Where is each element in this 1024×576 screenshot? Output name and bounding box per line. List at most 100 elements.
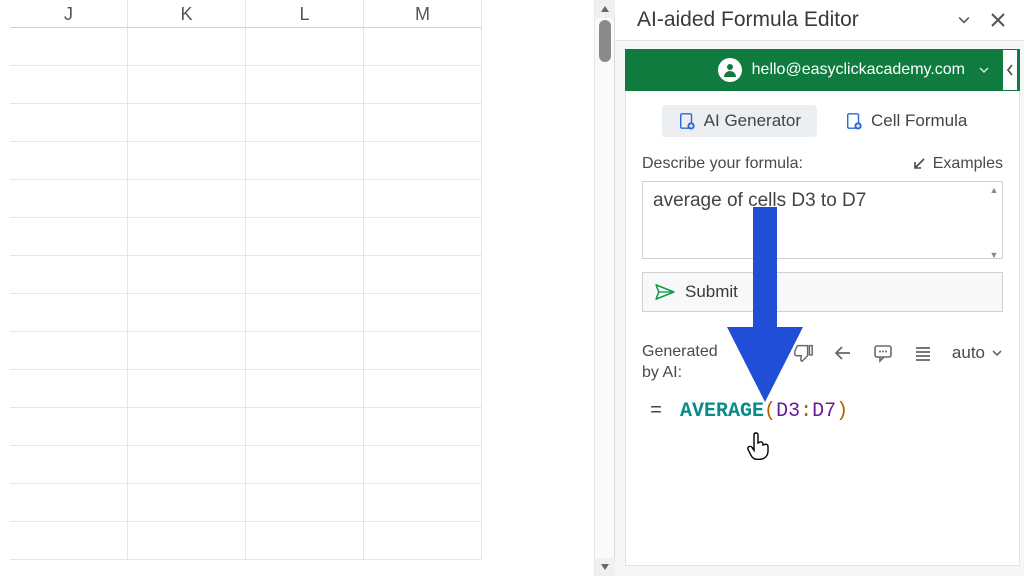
cell[interactable] — [10, 446, 128, 484]
submit-label: Submit — [685, 282, 738, 302]
cell[interactable] — [128, 142, 246, 180]
cell[interactable] — [128, 370, 246, 408]
cell[interactable] — [10, 66, 128, 104]
textarea-scroll-down-icon[interactable]: ▼ — [988, 250, 1000, 260]
vertical-scrollbar[interactable] — [594, 0, 614, 576]
textarea-scroll-up-icon[interactable]: ▲ — [988, 185, 1000, 195]
cell[interactable] — [246, 104, 364, 142]
cell[interactable] — [246, 142, 364, 180]
cell[interactable] — [246, 294, 364, 332]
thumb-down-icon[interactable] — [792, 342, 814, 364]
cell[interactable] — [364, 28, 482, 66]
formula-function: AVERAGE — [680, 400, 764, 423]
thumb-up-icon[interactable] — [752, 342, 774, 364]
account-email: hello@easyclickacademy.com — [752, 61, 965, 79]
scroll-up-icon[interactable] — [595, 0, 615, 18]
cell[interactable] — [246, 370, 364, 408]
cell[interactable] — [364, 522, 482, 560]
cell[interactable] — [364, 142, 482, 180]
cell[interactable] — [128, 28, 246, 66]
examples-label: Examples — [933, 155, 1003, 173]
cell[interactable] — [246, 484, 364, 522]
cell[interactable] — [10, 408, 128, 446]
cell[interactable] — [10, 332, 128, 370]
arrow-lower-left-icon — [911, 156, 927, 172]
cell[interactable] — [246, 522, 364, 560]
cell[interactable] — [246, 256, 364, 294]
cell[interactable] — [246, 446, 364, 484]
describe-formula-input[interactable] — [642, 181, 1003, 259]
cell[interactable] — [364, 294, 482, 332]
pane-title: AI-aided Formula Editor — [637, 8, 859, 32]
cell[interactable] — [364, 180, 482, 218]
cell[interactable] — [364, 446, 482, 484]
cell[interactable] — [364, 332, 482, 370]
cell[interactable] — [10, 104, 128, 142]
add-page-icon — [845, 112, 863, 130]
generated-area: Generated by AI: — [625, 322, 1020, 566]
collapse-pane-icon[interactable] — [956, 12, 972, 28]
spreadsheet-area[interactable]: J K L M — [0, 0, 614, 576]
examples-link[interactable]: Examples — [911, 155, 1003, 173]
cell[interactable] — [364, 484, 482, 522]
column-header[interactable]: L — [246, 0, 364, 28]
auto-dropdown[interactable]: auto — [952, 343, 1003, 363]
column-header[interactable]: J — [10, 0, 128, 28]
cell[interactable] — [128, 484, 246, 522]
describe-label: Describe your formula: — [642, 155, 803, 173]
cell[interactable] — [364, 370, 482, 408]
cell[interactable] — [128, 104, 246, 142]
cell[interactable] — [128, 180, 246, 218]
justify-icon[interactable] — [912, 342, 934, 364]
cell[interactable] — [128, 294, 246, 332]
cell[interactable] — [10, 370, 128, 408]
tab-label: AI Generator — [704, 111, 801, 131]
grid-rows — [0, 28, 614, 576]
account-bar[interactable]: hello@easyclickacademy.com — [625, 49, 1020, 91]
cell[interactable] — [128, 256, 246, 294]
cell[interactable] — [128, 408, 246, 446]
cell[interactable] — [10, 256, 128, 294]
cell[interactable] — [10, 28, 128, 66]
close-pane-icon[interactable] — [990, 12, 1006, 28]
cell[interactable] — [246, 218, 364, 256]
cell[interactable] — [128, 218, 246, 256]
cell[interactable] — [10, 484, 128, 522]
collapse-account-icon[interactable] — [1003, 50, 1017, 90]
cell[interactable] — [364, 66, 482, 104]
cell[interactable] — [10, 218, 128, 256]
scroll-down-icon[interactable] — [595, 558, 615, 576]
scroll-thumb[interactable] — [599, 20, 611, 62]
add-page-icon — [678, 112, 696, 130]
column-header[interactable]: M — [364, 0, 482, 28]
generated-formula: = AVERAGE(D3:D7) — [642, 398, 1003, 425]
account-dropdown-icon[interactable] — [975, 65, 989, 75]
cell[interactable] — [364, 218, 482, 256]
submit-button[interactable]: Submit — [642, 272, 1003, 312]
cell[interactable] — [246, 66, 364, 104]
cell[interactable] — [128, 332, 246, 370]
chevron-down-icon — [991, 347, 1003, 359]
cell[interactable] — [10, 522, 128, 560]
cell[interactable] — [10, 142, 128, 180]
cell[interactable] — [10, 294, 128, 332]
cell[interactable] — [128, 446, 246, 484]
cell[interactable] — [246, 180, 364, 218]
column-header[interactable]: K — [128, 0, 246, 28]
pane-header: AI-aided Formula Editor — [615, 0, 1024, 41]
comment-icon[interactable] — [872, 342, 894, 364]
back-arrow-icon[interactable] — [832, 342, 854, 364]
cell[interactable] — [10, 180, 128, 218]
cell[interactable] — [246, 332, 364, 370]
cell[interactable] — [246, 28, 364, 66]
auto-label: auto — [952, 343, 985, 363]
cell[interactable] — [128, 522, 246, 560]
tab-ai-generator[interactable]: AI Generator — [662, 105, 817, 137]
cell[interactable] — [364, 256, 482, 294]
cell[interactable] — [364, 408, 482, 446]
describe-form: Describe your formula: Examples ▲ ▼ — [625, 149, 1020, 322]
cell[interactable] — [128, 66, 246, 104]
tab-cell-formula[interactable]: Cell Formula — [829, 105, 983, 137]
cell[interactable] — [364, 104, 482, 142]
cell[interactable] — [246, 408, 364, 446]
